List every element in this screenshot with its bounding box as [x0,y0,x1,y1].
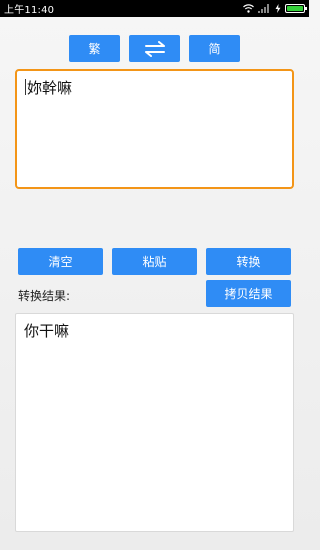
result-output[interactable]: 你干嘛 [15,313,294,532]
result-text: 你干嘛 [24,322,70,340]
status-bar: 上午11:40 [0,0,309,17]
battery-level [287,6,303,11]
simplified-button[interactable]: 简 [189,35,240,62]
status-icons [243,4,307,13]
paste-button[interactable]: 粘贴 [112,248,197,275]
clear-button[interactable]: 清空 [18,248,103,275]
text-cursor [25,79,26,95]
convert-button[interactable]: 转换 [206,248,291,275]
signal-icon [258,4,269,13]
input-textarea[interactable]: 妳幹嘛 [15,69,294,189]
battery-tip [305,7,307,10]
result-label: 转换结果: [18,289,71,303]
charging-icon [275,4,281,13]
input-text: 妳幹嘛 [27,79,73,97]
traditional-button[interactable]: 繁 [69,35,120,62]
status-time: 上午11:40 [4,5,55,16]
wifi-icon [243,4,254,13]
battery-icon [285,4,307,13]
swap-arrows-icon [144,40,165,57]
swap-button[interactable] [129,35,180,62]
copy-result-button[interactable]: 拷贝结果 [206,280,291,307]
